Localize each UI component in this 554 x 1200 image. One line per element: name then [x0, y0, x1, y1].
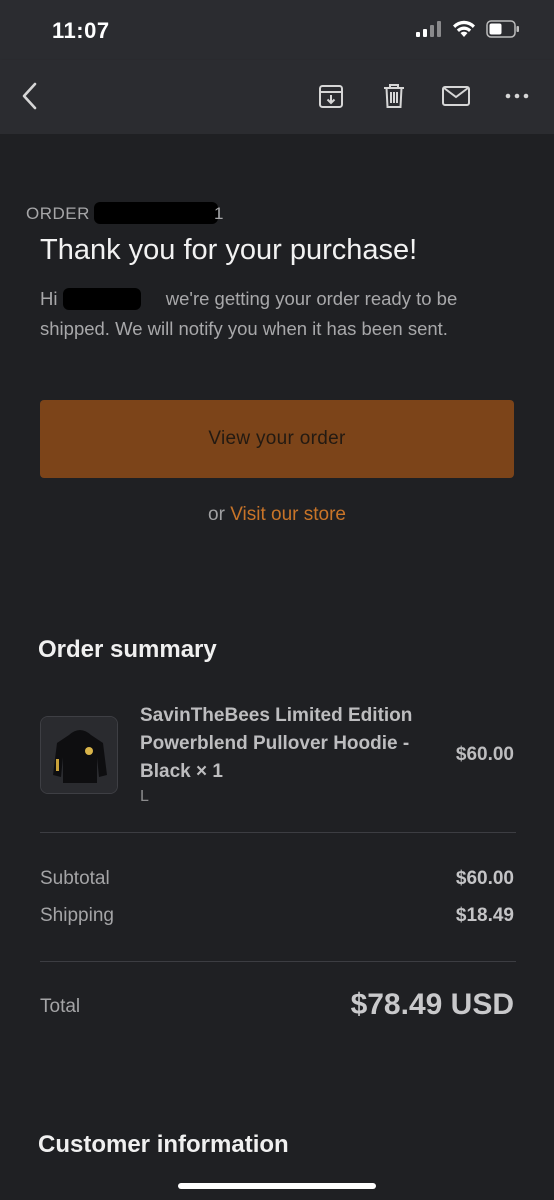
back-button[interactable] [12, 78, 48, 114]
email-body: ORDER 1 Thank you for your purchase! Hi … [0, 134, 554, 1200]
redacted-customer-name [63, 288, 141, 310]
battery-icon [486, 20, 520, 43]
trash-icon [384, 84, 404, 108]
mail-button[interactable] [438, 78, 474, 114]
divider [40, 961, 516, 962]
shipping-label: Shipping [40, 905, 114, 926]
order-number-label: ORDER [26, 204, 90, 224]
or-text: or [208, 504, 225, 525]
view-order-button[interactable]: View your order [40, 400, 514, 478]
status-bar: 11:07 [0, 0, 554, 60]
subtotal-value: $60.00 [455, 868, 514, 889]
archive-button[interactable] [313, 78, 349, 114]
greeting-prefix: Hi [40, 288, 58, 309]
item-name: SavinTheBees Limited Edition Powerblend … [140, 705, 413, 782]
page-title: Thank you for your purchase! [40, 234, 418, 266]
status-icons [416, 20, 520, 43]
wifi-icon [452, 20, 476, 43]
home-indicator[interactable] [178, 1183, 376, 1189]
shipping-value: $18.49 [455, 905, 514, 926]
more-icon [505, 93, 529, 99]
trash-button[interactable] [376, 78, 412, 114]
divider [40, 832, 516, 833]
visit-store-link[interactable]: Visit our store [230, 504, 346, 525]
order-number-tail: 1 [214, 204, 224, 223]
product-thumbnail [40, 716, 118, 794]
archive-icon [319, 85, 343, 108]
item-variant: L [140, 788, 149, 805]
subtotal-label: Subtotal [40, 868, 110, 889]
status-time: 11:07 [52, 18, 110, 43]
hoodie-image [41, 717, 117, 793]
item-price: $60.00 [455, 744, 514, 765]
visit-store-line: or Visit our store [0, 504, 554, 526]
signal-icon [416, 21, 442, 42]
mail-toolbar [0, 60, 554, 134]
chevron-left-icon [22, 82, 37, 110]
redacted-order-number [94, 202, 218, 224]
order-label-text: ORDER [26, 204, 90, 223]
more-button[interactable] [499, 78, 535, 114]
total-label: Total [40, 996, 81, 1017]
customer-information-title: Customer information [38, 1131, 289, 1158]
view-order-label: View your order [208, 428, 346, 449]
mail-icon [442, 86, 470, 106]
total-value: $78.49 USD [350, 988, 514, 1021]
order-summary-title: Order summary [38, 636, 217, 663]
